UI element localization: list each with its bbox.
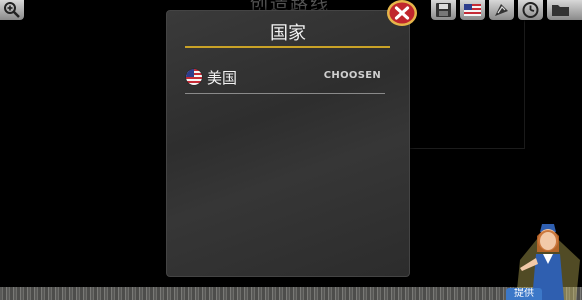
dialog-title: 国家 bbox=[270, 23, 306, 44]
open-button[interactable] bbox=[547, 0, 582, 20]
country-list-item[interactable]: 美国 CHOOSEN bbox=[185, 63, 385, 93]
close-icon[interactable] bbox=[386, 0, 418, 26]
country-dialog: 国家 美国 CHOOSEN bbox=[166, 10, 410, 277]
zoom-icon bbox=[4, 2, 20, 18]
country-name: 美国 bbox=[207, 69, 238, 87]
us-flag-icon bbox=[464, 4, 481, 16]
mascot-label: 提供 bbox=[506, 288, 542, 300]
title-underline bbox=[185, 46, 390, 48]
route-icon bbox=[495, 4, 508, 16]
zoom-button[interactable] bbox=[0, 0, 24, 20]
save-icon bbox=[436, 3, 451, 17]
row-divider bbox=[185, 93, 385, 94]
clock-icon bbox=[522, 2, 539, 18]
save-button[interactable] bbox=[431, 0, 456, 20]
route-button[interactable] bbox=[489, 0, 514, 20]
folder-icon bbox=[552, 5, 569, 16]
history-button[interactable] bbox=[518, 0, 543, 20]
bottom-bar bbox=[0, 287, 582, 300]
country-button[interactable] bbox=[460, 0, 485, 20]
us-flag-icon bbox=[186, 69, 202, 85]
chosen-status: CHOOSEN bbox=[323, 70, 381, 81]
